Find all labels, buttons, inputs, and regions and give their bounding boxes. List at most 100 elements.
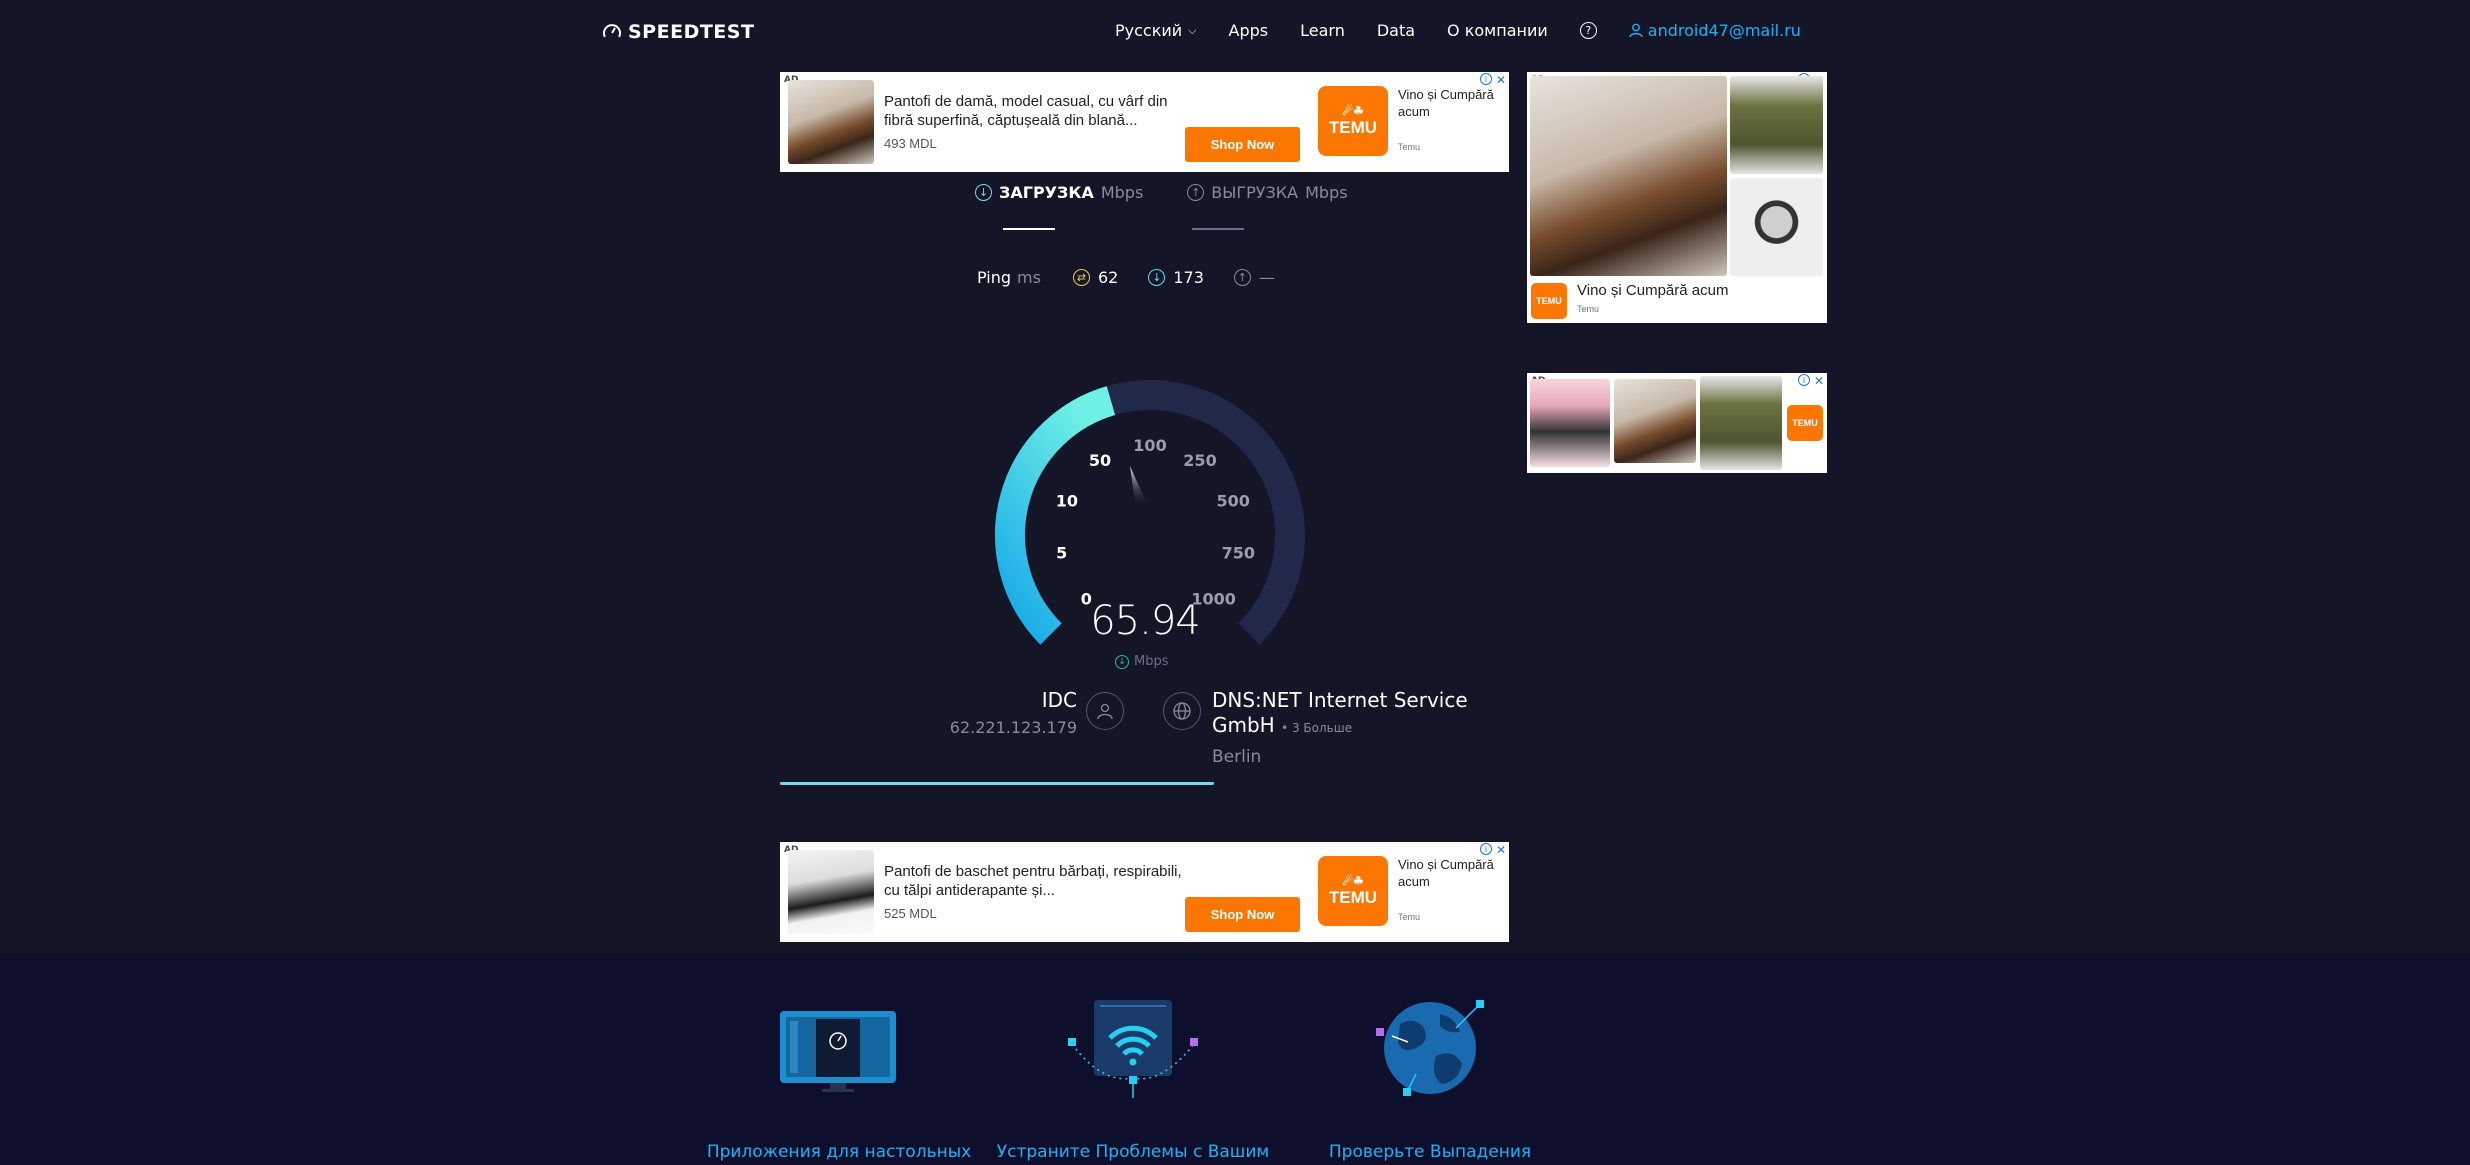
ad-cta-text[interactable]: Vino și Cumpără acum [1398, 86, 1503, 120]
main-nav: Русский ⌵ Apps Learn Data О компании ? a… [1115, 21, 1833, 40]
ad-price: 493 MDL [884, 136, 937, 151]
nav-data[interactable]: Data [1377, 21, 1415, 40]
result-tabs: ↓ ЗАГРУЗКА Mbps ↑ ВЫГРУЗКА Mbps [975, 183, 1392, 202]
ad-product-image[interactable] [1730, 178, 1823, 276]
test-progress-bar [780, 782, 1358, 785]
shop-now-button[interactable]: Shop Now [1185, 127, 1300, 162]
user-account-link[interactable]: android47@mail.ru [1629, 21, 1801, 40]
outage-globe-illustration [1376, 1000, 1484, 1096]
ping-unit: ms [1017, 268, 1041, 287]
ad-choices[interactable]: i✕ [1479, 73, 1506, 87]
download-value-underline [1003, 228, 1055, 230]
language-label: Русский [1115, 21, 1183, 40]
speedtest-logo[interactable]: SPEEDTEST [602, 21, 754, 43]
info-icon: i [1479, 843, 1492, 855]
nav-about[interactable]: О компании [1447, 21, 1548, 40]
top-banner-ad[interactable]: AD i✕ Pantofi de damă, model casual, cu … [780, 72, 1509, 172]
upload-value-underline [1192, 228, 1244, 230]
upload-arrow-icon: ↑ [1187, 184, 1205, 201]
ad-product-image[interactable] [1530, 76, 1727, 276]
ad-cta-text[interactable]: Vino și Cumpără acum [1398, 856, 1503, 890]
gauge-tick-label: 10 [1056, 492, 1078, 511]
ad-product-image[interactable] [788, 80, 874, 164]
ad-product-image[interactable] [1700, 376, 1782, 470]
ad-brand: Temu [1398, 142, 1421, 152]
ping-label: Ping [977, 268, 1012, 287]
language-select[interactable]: Русский ⌵ [1115, 21, 1197, 40]
shop-now-button[interactable]: Shop Now [1185, 897, 1300, 932]
ping-upload-value: — [1258, 268, 1275, 287]
logo-text: SPEEDTEST [628, 21, 755, 43]
close-icon: ✕ [1495, 73, 1506, 87]
help-button[interactable]: ? [1579, 22, 1597, 39]
bottom-banner-ad[interactable]: AD i✕ Pantofi de baschet pentru bărbați,… [780, 842, 1509, 942]
globe-icon[interactable] [1163, 692, 1201, 730]
ad-brand: Temu [1398, 912, 1421, 922]
right-small-ad[interactable]: AD i✕ TEMU [1527, 373, 1827, 473]
ping-download-value: 173 [1173, 268, 1204, 287]
ping-download: ↓ 173 [1148, 268, 1204, 287]
tab-download[interactable]: ↓ ЗАГРУЗКА Mbps [975, 183, 1143, 202]
temu-logo-text: TEMU [1792, 418, 1818, 428]
features-section [0, 953, 2470, 1165]
ad-brand: Temu [1577, 304, 1600, 314]
download-label: ЗАГРУЗКА [999, 183, 1094, 202]
upload-unit: Mbps [1305, 183, 1348, 202]
isp-info: IDC 62.221.123.179 [950, 688, 1077, 737]
temu-logo[interactable]: ☄☘ TEMU [1318, 856, 1388, 926]
right-top-ad[interactable]: AD i✕ TEMU Vino și Cumpără acum Temu [1527, 72, 1827, 323]
isp-ip: 62.221.123.179 [949, 718, 1077, 737]
close-icon: ✕ [1813, 374, 1824, 388]
ad-cta-text[interactable]: Vino și Cumpără acum [1577, 282, 1728, 299]
nav-apps[interactable]: Apps [1229, 21, 1269, 40]
close-icon: ✕ [1495, 843, 1506, 857]
gauge-tick-label: 500 [1216, 492, 1249, 511]
user-email: android47@mail.ru [1647, 21, 1801, 40]
server-info[interactable]: DNS:NET Internet Service GmbH • 3 Больше… [1212, 688, 1472, 767]
temu-logo-icons: ☄☘ [1342, 104, 1364, 118]
temu-logo[interactable]: ☄☘ TEMU [1318, 86, 1388, 156]
user-circle-icon [1086, 692, 1124, 730]
ping-idle-value: 62 [1097, 268, 1119, 287]
ad-product-image[interactable] [1614, 379, 1696, 463]
gauge-tick-label: 100 [1133, 436, 1166, 455]
gauge-needle [1129, 465, 1148, 508]
gauge-tick-labels: 0510501002505007501000 [1056, 436, 1255, 609]
ping-upload: ↑ — [1233, 268, 1275, 287]
info-icon: i [1797, 374, 1810, 386]
tab-upload[interactable]: ↑ ВЫГРУЗКА Mbps [1187, 183, 1348, 202]
desktop-app-illustration [780, 1011, 896, 1092]
wifi-troubleshoot-illustration [1068, 1000, 1198, 1098]
temu-logo-text: TEMU [1328, 118, 1378, 137]
ping-row: Ping ms ⇄ 62 ↓ 173 ↑ — [977, 268, 1305, 287]
help-icon: ? [1579, 22, 1597, 39]
download-latency-icon: ↓ [1148, 269, 1166, 286]
download-arrow-icon: ↓ [1115, 654, 1129, 669]
speed-value: 65.94 [1090, 598, 1201, 644]
feature-desktop-apps-link[interactable]: Приложения для настольных [700, 1142, 978, 1162]
feature-outages-link[interactable]: Проверьте Выпадения [1300, 1142, 1560, 1162]
upload-latency-icon: ↑ [1233, 269, 1251, 286]
speedometer-icon [603, 24, 621, 38]
nav-learn[interactable]: Learn [1300, 21, 1345, 40]
isp-name: IDC [1041, 688, 1077, 712]
ad-price: 525 MDL [884, 906, 937, 921]
speed-unit-label: Mbps [1134, 654, 1169, 669]
user-icon [1629, 23, 1643, 38]
temu-logo[interactable]: TEMU [1531, 283, 1567, 319]
ad-choices[interactable]: i✕ [1797, 374, 1824, 388]
ad-product-text[interactable]: Pantofi de damă, model casual, cu vârf d… [884, 92, 1184, 132]
download-arrow-icon: ↓ [975, 184, 992, 201]
ad-choices[interactable]: i✕ [1479, 843, 1506, 857]
ad-product-text[interactable]: Pantofi de baschet pentru bărbați, respi… [884, 862, 1184, 902]
download-unit: Mbps [1100, 183, 1144, 202]
ad-product-image[interactable] [1530, 379, 1610, 467]
ping-idle: ⇄ 62 [1072, 268, 1119, 287]
ad-product-image[interactable] [788, 850, 874, 934]
temu-logo-icons: ☄☘ [1342, 874, 1364, 888]
more-servers-link[interactable]: • 3 Больше [1281, 721, 1352, 735]
temu-logo[interactable]: TEMU [1787, 405, 1823, 441]
gauge-tick-label: 250 [1183, 451, 1216, 470]
feature-troubleshoot-link[interactable]: Устраните Проблемы с Вашим [990, 1142, 1276, 1162]
ad-product-image[interactable] [1730, 76, 1823, 174]
